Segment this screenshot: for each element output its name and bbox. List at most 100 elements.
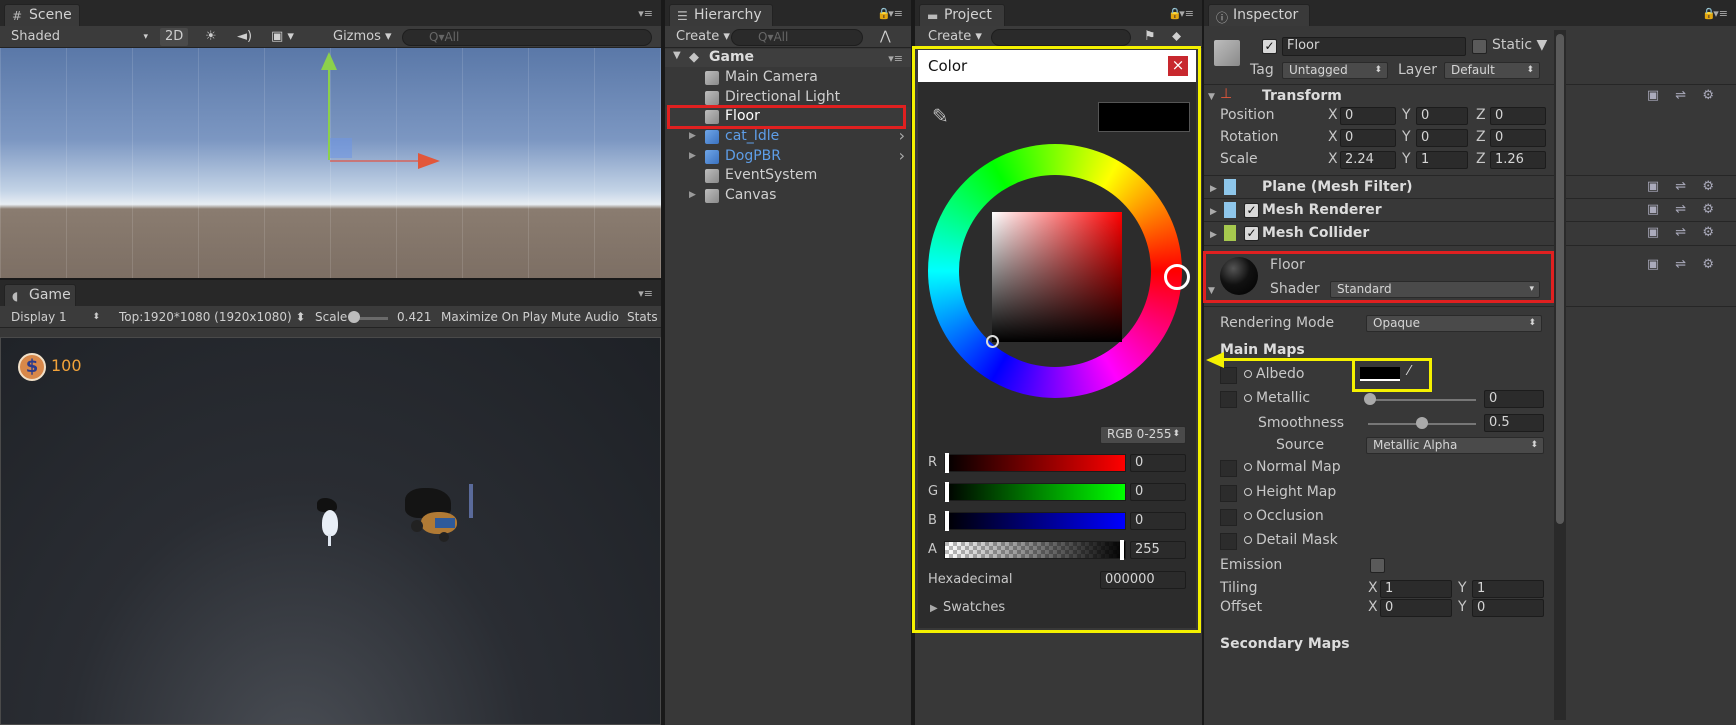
menu-icon[interactable]: ▾≡ [638, 7, 653, 20]
metallic-texture-slot[interactable] [1220, 391, 1237, 408]
hierarchy-item[interactable]: ▶ Canvas [665, 186, 911, 206]
static-checkbox[interactable] [1472, 39, 1487, 54]
object-name-field[interactable]: Floor [1282, 37, 1466, 56]
normal-map-picker-icon[interactable] [1244, 463, 1252, 471]
transform-title[interactable]: Transform [1262, 88, 1342, 104]
metallic-field[interactable]: 0 [1484, 390, 1544, 408]
x-axis-arrow-icon[interactable] [418, 153, 440, 169]
mesh-filter-title[interactable]: Plane (Mesh Filter) [1262, 179, 1413, 195]
layer-dropdown[interactable]: Default ⬍ [1444, 62, 1540, 79]
create-dropdown[interactable]: Create ▾ [671, 28, 735, 46]
expand-icon[interactable]: ▼ [673, 50, 681, 61]
tiling-y-field[interactable]: 1 [1472, 580, 1544, 598]
metallic-slider[interactable] [1368, 399, 1476, 401]
menu-icon[interactable]: ▾≡ [638, 287, 653, 300]
detail-mask-slot[interactable] [1220, 533, 1237, 550]
menu-icon[interactable]: ▾≡ [1179, 7, 1194, 20]
hierarchy-search-input[interactable]: Q▾All [731, 29, 863, 46]
scale-slider-thumb[interactable] [348, 311, 360, 323]
hierarchy-item[interactable]: EventSystem [665, 166, 911, 186]
y-axis-arrow-icon[interactable] [321, 52, 337, 70]
scale-y-field[interactable]: 1 [1416, 151, 1468, 169]
mesh-filter-expand-icon[interactable]: ▶ [1210, 184, 1217, 194]
offset-y-field[interactable]: 0 [1472, 599, 1544, 617]
plane-gizmo[interactable] [330, 138, 352, 158]
albedo-texture-slot[interactable] [1220, 367, 1237, 384]
occlusion-slot[interactable] [1220, 509, 1237, 526]
mesh-renderer-checkbox[interactable]: ✓ [1244, 203, 1259, 218]
menu-icon[interactable]: ▾≡ [888, 52, 903, 65]
position-z-field[interactable]: 0 [1490, 107, 1546, 125]
height-map-picker-icon[interactable] [1244, 488, 1252, 496]
mute-audio-toggle[interactable]: Mute Audio [546, 308, 624, 326]
mesh-renderer-expand-icon[interactable]: ▶ [1210, 207, 1217, 217]
occlusion-picker-icon[interactable] [1244, 512, 1252, 520]
static-dropdown[interactable]: Static ▼ [1492, 37, 1547, 53]
height-map-slot[interactable] [1220, 485, 1237, 502]
albedo-picker-icon[interactable] [1244, 370, 1252, 378]
scene-viewport[interactable] [0, 48, 661, 278]
menu-icon[interactable]: ▾≡ [888, 7, 903, 20]
metallic-picker-icon[interactable] [1244, 394, 1252, 402]
project-search-input[interactable] [991, 29, 1131, 46]
mesh-collider-checkbox[interactable]: ✓ [1244, 226, 1259, 241]
filter-type-icon[interactable]: ⚑ [1139, 28, 1161, 46]
scene-visibility-icon[interactable]: ⋀ [875, 28, 896, 46]
tab-project[interactable]: ▬ Project [919, 4, 1005, 26]
2d-toggle[interactable]: 2D [160, 28, 189, 46]
mesh-collider-title[interactable]: Mesh Collider [1262, 225, 1369, 241]
component-actions[interactable]: ▣ ⇌ ⚙ [1647, 88, 1720, 103]
inspector-scrollbar-thumb[interactable] [1556, 34, 1564, 524]
normal-map-slot[interactable] [1220, 460, 1237, 477]
component-actions[interactable]: ▣ ⇌ ⚙ [1647, 202, 1720, 217]
component-actions[interactable]: ▣ ⇌ ⚙ [1647, 257, 1720, 272]
menu-icon[interactable]: ▾≡ [1713, 7, 1728, 20]
stats-toggle[interactable]: Stats [622, 308, 663, 326]
mesh-collider-expand-icon[interactable]: ▶ [1210, 230, 1217, 240]
tab-hierarchy[interactable]: ☰ Hierarchy [669, 4, 773, 26]
smoothness-field[interactable]: 0.5 [1484, 414, 1544, 432]
expand-icon[interactable]: ▶ [689, 190, 696, 200]
tag-dropdown[interactable]: Untagged ⬍ [1282, 62, 1388, 79]
tab-scene[interactable]: # Scene [4, 4, 80, 26]
rotation-x-field[interactable]: 0 [1340, 129, 1396, 147]
scale-z-field[interactable]: 1.26 [1490, 151, 1546, 169]
prefab-open-icon[interactable]: › [899, 146, 905, 165]
detail-mask-picker-icon[interactable] [1244, 536, 1252, 544]
transform-expand-icon[interactable]: ▼ [1208, 92, 1215, 102]
component-actions[interactable]: ▣ ⇌ ⚙ [1647, 179, 1720, 194]
scale-x-field[interactable]: 2.24 [1340, 151, 1396, 169]
gizmos-dropdown[interactable]: Gizmos ▾ [328, 28, 397, 46]
hierarchy-scene-header[interactable]: ▼ ◆ Game ▾≡ [665, 49, 911, 67]
tab-game[interactable]: ◖ Game [4, 284, 76, 306]
mesh-renderer-title[interactable]: Mesh Renderer [1262, 202, 1382, 218]
component-actions[interactable]: ▣ ⇌ ⚙ [1647, 225, 1720, 240]
scene-search-input[interactable]: Q▾All [402, 29, 652, 46]
display-dropdown[interactable]: Display 1 ⬍ [6, 308, 106, 326]
maximize-on-play-toggle[interactable]: Maximize On Play [436, 308, 553, 326]
effects-toggle-icon[interactable]: ▣ ▾ [266, 28, 299, 46]
game-viewport[interactable]: $ 100 [0, 337, 661, 725]
position-x-field[interactable]: 0 [1340, 107, 1396, 125]
emission-checkbox[interactable] [1370, 558, 1385, 573]
expand-icon[interactable]: ▶ [689, 131, 696, 141]
audio-toggle-icon[interactable]: ◄) [232, 28, 257, 46]
light-toggle-icon[interactable]: ☀ [200, 28, 222, 46]
offset-x-field[interactable]: 0 [1380, 599, 1452, 617]
expand-icon[interactable]: ▶ [689, 151, 696, 161]
resolution-dropdown[interactable]: Top:1920*1080 (1920x1080) ⬍ [114, 308, 308, 326]
shading-dropdown[interactable]: Shaded ▾ [6, 28, 152, 46]
active-checkbox[interactable]: ✓ [1262, 39, 1277, 54]
hierarchy-item[interactable]: ▶ cat_Idle › [665, 126, 911, 147]
position-y-field[interactable]: 0 [1416, 107, 1468, 125]
tiling-x-field[interactable]: 1 [1380, 580, 1452, 598]
x-axis-gizmo[interactable] [330, 160, 420, 162]
project-create-dropdown[interactable]: Create ▾ [923, 28, 987, 46]
rotation-z-field[interactable]: 0 [1490, 129, 1546, 147]
tab-inspector[interactable]: ⓘ Inspector [1208, 4, 1310, 26]
hierarchy-item[interactable]: Main Camera [665, 68, 911, 88]
metallic-slider-thumb[interactable] [1364, 393, 1376, 405]
rotation-y-field[interactable]: 0 [1416, 129, 1468, 147]
rendering-mode-dropdown[interactable]: Opaque ⬍ [1366, 315, 1542, 332]
hierarchy-item[interactable]: ▶ DogPBR › [665, 146, 911, 167]
